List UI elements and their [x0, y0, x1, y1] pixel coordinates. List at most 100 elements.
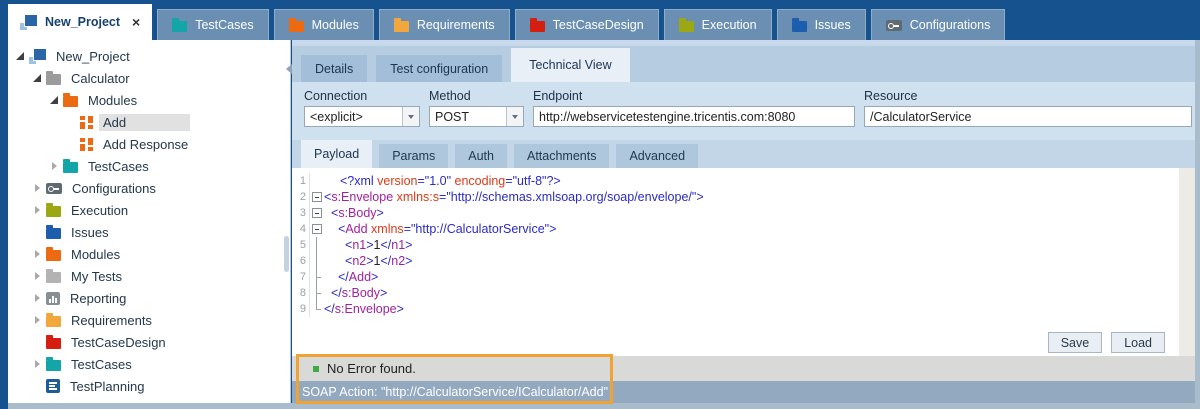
tree-item-new-project[interactable]: New_Project	[8, 45, 290, 67]
tree-item-my-tests[interactable]: My Tests	[8, 265, 290, 287]
module-icon	[80, 138, 93, 151]
tab-attachments[interactable]: Attachments	[514, 144, 609, 168]
top-tab-requirements[interactable]: Requirements	[379, 9, 510, 40]
tree-item-execution[interactable]: Execution	[8, 199, 290, 221]
top-tab-modules[interactable]: Modules	[274, 9, 374, 40]
tree-item-modules[interactable]: Modules	[8, 89, 290, 111]
code-line: 3<s:Body>	[292, 205, 1195, 221]
top-tab-configurations[interactable]: Configurations	[871, 9, 1006, 40]
tree-item-label: Modules	[84, 92, 141, 109]
top-tab-issues[interactable]: Issues	[777, 9, 866, 40]
editor-scrollbar-track[interactable]	[1179, 168, 1195, 356]
tab-details[interactable]: Details	[301, 55, 367, 82]
folder-icon	[46, 228, 61, 239]
code-token: =	[404, 222, 411, 236]
fold-toggle-icon[interactable]	[310, 189, 324, 205]
tree-item-add-response[interactable]: Add Response	[8, 133, 290, 155]
tab-label: Auth	[468, 149, 494, 163]
tree-scrollbar-thumb[interactable]	[284, 236, 289, 272]
tree-item-issues[interactable]: Issues	[8, 221, 290, 243]
code-token: >	[696, 190, 703, 204]
expander-spacer	[31, 226, 44, 238]
tab-technical-view[interactable]: Technical View	[511, 48, 629, 82]
folder-icon	[46, 316, 61, 327]
tree-item-testcases[interactable]: TestCases	[8, 353, 290, 375]
tree-item-calculator[interactable]: Calculator	[8, 67, 290, 89]
expander-spacer	[65, 138, 78, 150]
fold-toggle-icon[interactable]	[310, 221, 324, 237]
top-tab-execution[interactable]: Execution	[664, 9, 772, 40]
top-tab-new-project[interactable]: New_Project×	[8, 4, 152, 40]
project-icon	[20, 15, 37, 30]
expander-icon[interactable]	[48, 94, 61, 106]
soap-action-bar: SOAP Action: "http://CalculatorService/I…	[292, 381, 1195, 403]
status-message: No Error found.	[327, 361, 416, 376]
window-bottom-strip	[8, 403, 1200, 409]
line-number: 8	[292, 285, 310, 301]
connection-value: <explicit>	[305, 110, 402, 124]
expander-spacer	[31, 336, 44, 348]
fold-toggle-icon[interactable]	[310, 205, 324, 221]
code-token: ?>	[546, 174, 560, 188]
tree-item-configurations[interactable]: Configurations	[8, 177, 290, 199]
top-tab-testcases[interactable]: TestCases	[157, 9, 268, 40]
resource-input[interactable]: /CalculatorService	[864, 106, 1192, 127]
expander-icon[interactable]	[31, 292, 44, 304]
expander-icon[interactable]	[31, 270, 44, 282]
expander-icon[interactable]	[31, 182, 44, 194]
connection-select[interactable]: <explicit>	[304, 106, 420, 127]
top-tab-bar: New_Project× TestCases ModulesRequirements…	[0, 0, 1200, 40]
tab-label: Details	[315, 62, 353, 76]
code-token: >	[371, 270, 378, 284]
expander-icon[interactable]	[31, 358, 44, 370]
tab-params[interactable]: Params	[379, 144, 448, 168]
close-icon[interactable]: ×	[132, 15, 140, 29]
tree-item-requirements[interactable]: Requirements	[8, 309, 290, 331]
code-text: <Add xmlns="http://CalculatorService">	[324, 221, 556, 237]
tree-item-add[interactable]: Add	[8, 111, 290, 133]
folder-icon	[289, 21, 304, 32]
tree-item-testplanning[interactable]: TestPlanning	[8, 375, 290, 397]
chevron-down-icon[interactable]	[402, 107, 419, 126]
tree-item-reporting[interactable]: Reporting	[8, 287, 290, 309]
splitter-collapse-icon[interactable]	[286, 64, 292, 74]
endpoint-label: Endpoint	[533, 86, 855, 106]
folder-icon	[63, 96, 78, 107]
code-token: "1.0"	[425, 174, 451, 188]
folder-icon	[46, 272, 61, 283]
expander-icon[interactable]	[48, 160, 61, 172]
code-token: >	[380, 286, 387, 300]
expander-icon[interactable]	[14, 50, 27, 62]
payload-editor[interactable]: 1<?xml version="1.0" encoding="utf-8"?>2…	[292, 168, 1195, 356]
load-button[interactable]: Load	[1111, 332, 1165, 353]
chevron-down-icon[interactable]	[506, 107, 523, 126]
fold-guide	[310, 285, 324, 301]
tab-auth[interactable]: Auth	[455, 144, 507, 168]
tree-item-label: TestPlanning	[66, 378, 148, 395]
tree-item-modules[interactable]: Modules	[8, 243, 290, 265]
expander-icon[interactable]	[31, 314, 44, 326]
tab-label: TestCases	[195, 18, 253, 32]
tree-item-label: Add	[99, 114, 190, 131]
save-button[interactable]: Save	[1048, 332, 1103, 353]
tab-test-configuration[interactable]: Test configuration	[376, 55, 502, 82]
tab-advanced[interactable]: Advanced	[616, 144, 698, 168]
endpoint-input[interactable]: http://webservicetestengine.tricentis.co…	[533, 106, 855, 127]
report-icon	[46, 292, 60, 305]
tree-item-testcasedesign[interactable]: TestCaseDesign	[8, 331, 290, 353]
method-select[interactable]: POST	[429, 106, 524, 127]
resource-field-block: Resource/CalculatorService	[864, 86, 1192, 140]
tab-payload[interactable]: Payload	[301, 140, 372, 168]
tree-item-label: Requirements	[67, 312, 156, 329]
tree-item-testcases[interactable]: TestCases	[8, 155, 290, 177]
detail-tab-bar: Details Test configuration Technical View	[292, 46, 1195, 82]
expander-icon[interactable]	[31, 248, 44, 260]
expander-icon[interactable]	[31, 204, 44, 216]
method-value: POST	[430, 110, 506, 124]
expander-icon[interactable]	[31, 72, 44, 84]
tree-item-label: Issues	[67, 224, 113, 241]
editor-lines: 1<?xml version="1.0" encoding="utf-8"?>2…	[292, 168, 1195, 317]
tab-label: Technical View	[529, 58, 611, 72]
folder-icon	[46, 338, 61, 349]
top-tab-testcasedesign[interactable]: TestCaseDesign	[515, 9, 659, 40]
